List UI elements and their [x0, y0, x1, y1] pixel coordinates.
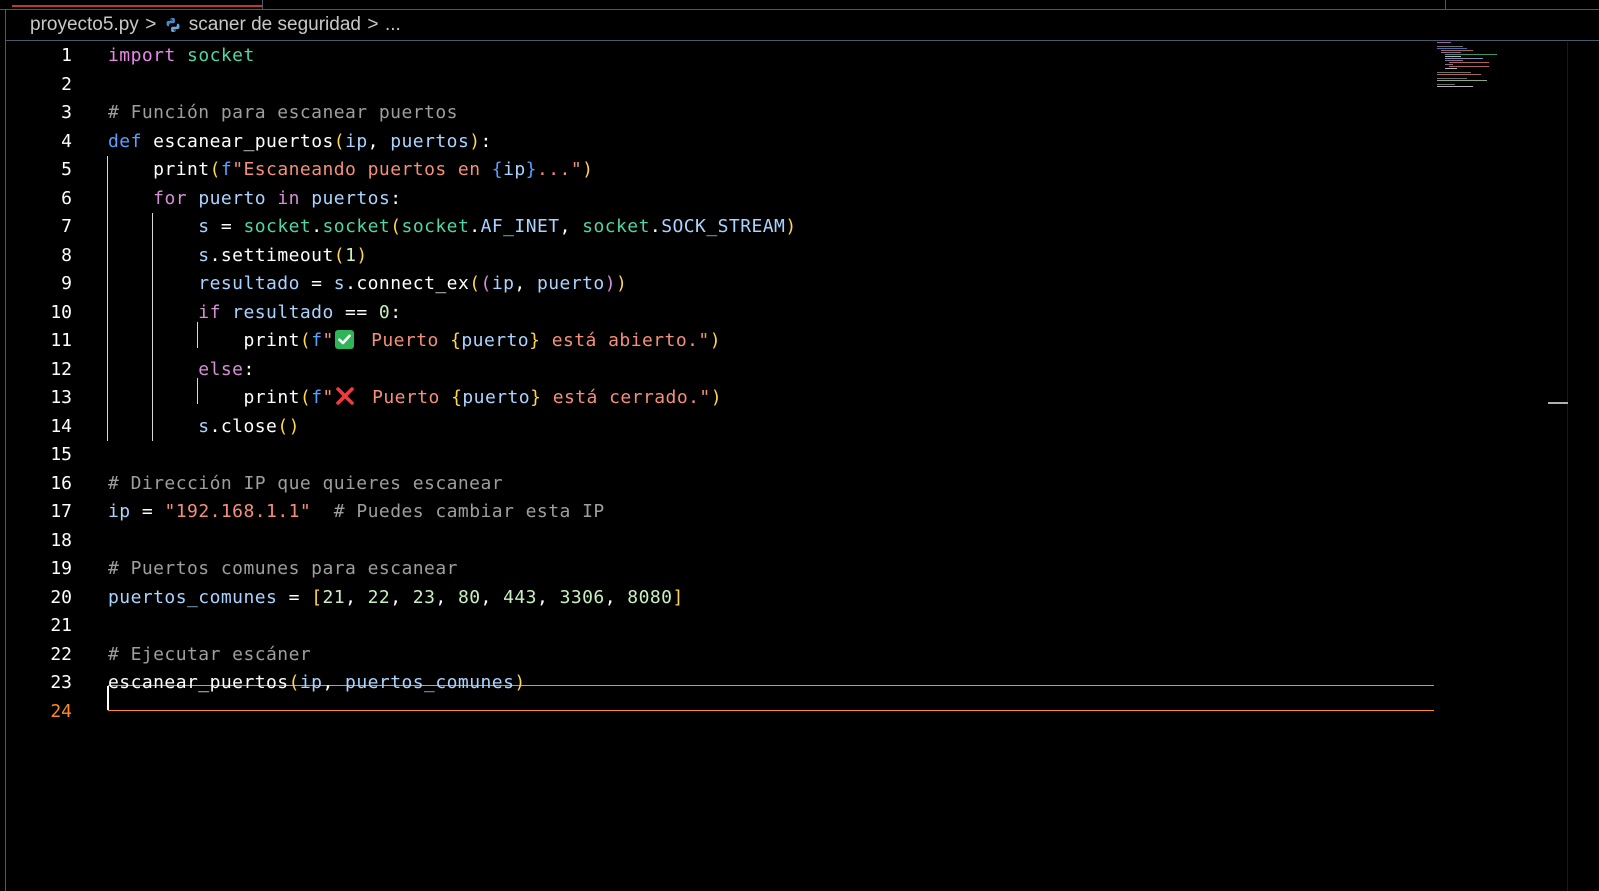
editor-window: proyecto5.py > scaner de seguridad > ...…	[0, 0, 1599, 891]
minimap-line	[1445, 56, 1461, 57]
code-line[interactable]	[108, 441, 1468, 470]
line-number: 11	[50, 330, 72, 351]
minimap-line	[1445, 54, 1497, 55]
code-line[interactable]: print(f" Puerto {puerto} está cerrado.")	[108, 384, 1468, 413]
code-line[interactable]: # Puertos comunes para escanear	[108, 555, 1468, 584]
code-line[interactable]: s = socket.socket(socket.AF_INET, socket…	[108, 213, 1468, 242]
line-number-gutter: 1 2 3 4 5 6 7 8 9 10 11 12 13 14 15 16 1…	[6, 42, 76, 726]
minimap-line	[1437, 80, 1487, 81]
minimap-line	[1441, 52, 1461, 53]
breadcrumb: proyecto5.py > scaner de seguridad > ...	[6, 10, 1599, 41]
code-line[interactable]: print(f" Puerto {puerto} está abierto.")	[108, 327, 1468, 356]
code-line[interactable]: escanear_puertos(ip, puertos_comunes)	[108, 669, 1468, 698]
scrollbar-cursor-marker	[1548, 402, 1568, 404]
code-line[interactable]: import socket	[108, 42, 1468, 71]
python-icon	[165, 17, 181, 33]
code-line[interactable]: print(f"Escaneando puertos en {ip}...")	[108, 156, 1468, 185]
line-number: 10	[50, 301, 72, 323]
code-line[interactable]: # Ejecutar escáner	[108, 641, 1468, 670]
code-line[interactable]: s.settimeout(1)	[108, 242, 1468, 271]
code-line[interactable]	[108, 71, 1468, 100]
line-number: 3	[61, 102, 72, 123]
breadcrumb-more[interactable]: ...	[385, 14, 401, 36]
line-number: 1	[61, 45, 72, 66]
minimap-line	[1445, 58, 1483, 59]
minimap-line	[1437, 78, 1467, 79]
code-line[interactable]: s.close()	[108, 413, 1468, 442]
code-line[interactable]: # Dirección IP que quieres escanear	[108, 470, 1468, 499]
tab-separator	[1445, 0, 1446, 9]
line-number: 7	[61, 216, 72, 237]
line-number-current: 24	[50, 700, 72, 722]
breadcrumb-separator: >	[145, 14, 157, 35]
code-line[interactable]: ip = "192.168.1.1" # Puedes cambiar esta…	[108, 498, 1468, 527]
code-line[interactable]: resultado = s.connect_ex((ip, puerto))	[108, 270, 1468, 299]
line-number: 12	[50, 358, 72, 380]
line-number: 8	[61, 244, 72, 266]
code-line[interactable]: if resultado == 0:	[108, 299, 1468, 328]
line-number: 13	[50, 387, 72, 408]
tab-active[interactable]	[12, 0, 262, 7]
code-line-current[interactable]	[108, 698, 1468, 727]
minimap-line	[1437, 72, 1471, 73]
minimap-line	[1437, 84, 1455, 85]
breadcrumb-separator: >	[367, 14, 379, 35]
minimap-line	[1437, 86, 1473, 87]
code-line[interactable]: else:	[108, 356, 1468, 385]
line-number: 23	[50, 672, 72, 693]
line-number: 6	[61, 187, 72, 209]
line-number: 20	[50, 586, 72, 608]
line-number: 16	[50, 472, 72, 494]
minimap-line	[1437, 74, 1481, 75]
line-number: 5	[61, 159, 72, 180]
line-number: 22	[50, 643, 72, 665]
minimap-line	[1449, 62, 1489, 63]
tab-bar	[0, 0, 1599, 10]
check-mark-icon	[334, 330, 354, 349]
line-number: 4	[61, 130, 72, 152]
minimap-line	[1441, 50, 1473, 51]
minimap-line	[1437, 46, 1463, 47]
minimap[interactable]	[1437, 42, 1517, 92]
code-line[interactable]	[108, 527, 1468, 556]
vertical-scrollbar[interactable]	[1567, 42, 1568, 891]
code-editor[interactable]: 1 2 3 4 5 6 7 8 9 10 11 12 13 14 15 16 1…	[6, 42, 1599, 891]
cross-mark-icon	[335, 386, 355, 406]
minimap-line	[1445, 64, 1453, 65]
line-number: 15	[50, 444, 72, 465]
minimap-line	[1445, 68, 1457, 69]
line-number: 19	[50, 558, 72, 579]
code-line[interactable]	[108, 612, 1468, 641]
minimap-line	[1449, 66, 1489, 67]
code-line[interactable]: puertos_comunes = [21, 22, 23, 80, 443, …	[108, 584, 1468, 613]
minimap-line	[1437, 42, 1451, 43]
line-number: 18	[50, 529, 72, 551]
line-number: 14	[50, 415, 72, 437]
code-line[interactable]: # Función para escanear puertos	[108, 99, 1468, 128]
minimap-line	[1445, 60, 1463, 61]
code-line[interactable]: for puerto in puertos:	[108, 185, 1468, 214]
code-lines[interactable]: import socket # Función para escanear pu…	[108, 42, 1468, 726]
breadcrumb-file[interactable]: proyecto5.py	[30, 14, 139, 36]
line-number: 9	[61, 273, 72, 294]
tab-separator	[262, 0, 263, 9]
code-line[interactable]: def escanear_puertos(ip, puertos):	[108, 128, 1468, 157]
breadcrumb-symbol[interactable]: scaner de seguridad	[189, 14, 361, 36]
line-number: 21	[50, 615, 72, 636]
line-number: 2	[61, 73, 72, 95]
minimap-line	[1437, 48, 1467, 49]
line-number: 17	[50, 501, 72, 522]
